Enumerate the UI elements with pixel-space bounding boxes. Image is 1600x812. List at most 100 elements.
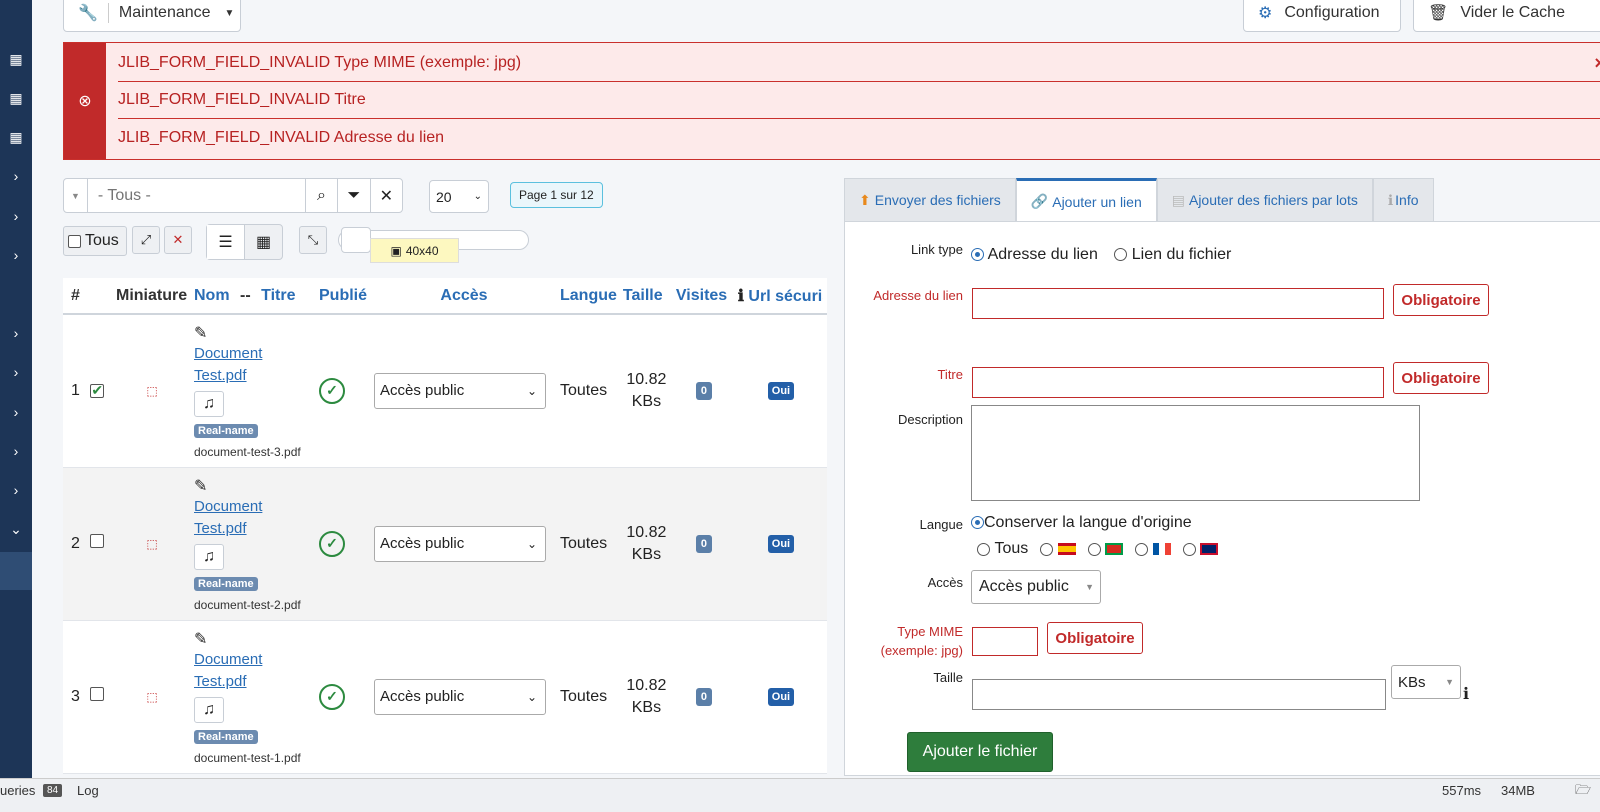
folder-icon[interactable]: 🗁: [1575, 781, 1591, 803]
secure-url-badge[interactable]: Oui: [767, 688, 795, 706]
access-select[interactable]: Accès public ⌄: [374, 372, 546, 409]
col-url[interactable]: ℹ Url sécurisée: [734, 278, 827, 315]
chevron-right-icon[interactable]: ›: [0, 241, 32, 269]
configuration-button[interactable]: ⚙ Configuration: [1243, 0, 1401, 32]
music-icon[interactable]: ♫: [194, 696, 224, 723]
checkbox[interactable]: [90, 534, 105, 548]
check-circle-icon[interactable]: ✓: [319, 377, 345, 404]
real-name-badge: Real-name: [194, 576, 258, 591]
info-icon: ℹ: [1387, 191, 1394, 208]
info-icon[interactable]: ℹ: [1463, 684, 1469, 704]
expand-icon[interactable]: ⤢: [132, 226, 160, 254]
edit-icon[interactable]: ✎: [194, 476, 313, 496]
access-select[interactable]: Accès public ⌄: [374, 678, 546, 715]
clear-cache-button[interactable]: 🗑 Vider le Cache: [1413, 0, 1600, 32]
slider-handle[interactable]: [341, 227, 371, 253]
radio-english[interactable]: [1182, 542, 1196, 556]
chevron-right-icon[interactable]: ›: [0, 437, 32, 465]
acces-select[interactable]: Accès public ▼: [971, 570, 1101, 604]
visits-cell: 0: [672, 620, 735, 774]
checkbox[interactable]: [90, 687, 105, 701]
tab-add-link[interactable]: 🔗 Ajouter un lien: [1015, 178, 1157, 222]
file-title-link[interactable]: Document Test.pdf: [194, 649, 313, 693]
description-label: Description: [897, 412, 963, 427]
adresse-input[interactable]: [972, 288, 1384, 319]
select-all-button[interactable]: Tous: [63, 226, 127, 256]
check-circle-icon[interactable]: ✓: [319, 530, 345, 557]
unit-select[interactable]: KBs ▼: [1391, 665, 1461, 699]
music-icon[interactable]: ♫: [194, 390, 224, 417]
checkbox[interactable]: [68, 234, 81, 248]
list-view-icon[interactable]: ☰: [207, 225, 245, 259]
limit-select[interactable]: 20 ⌄: [429, 180, 489, 213]
check-circle-icon[interactable]: ✓: [319, 683, 345, 710]
pdf-thumbnail-icon[interactable]: ⬚: [113, 314, 191, 468]
sidebar-dashboard-icon[interactable]: ▦: [0, 84, 32, 112]
col-acces[interactable]: Accès: [371, 278, 557, 315]
search-input[interactable]: [87, 179, 305, 212]
sidebar-dashboard-icon[interactable]: ▦: [0, 45, 32, 73]
col-langue[interactable]: Langue: [557, 278, 620, 315]
close-icon[interactable]: ✕: [164, 226, 192, 254]
pdf-thumbnail-icon[interactable]: ⬚: [113, 467, 191, 621]
visits-badge: 0: [695, 688, 712, 706]
chevron-right-icon[interactable]: ›: [0, 476, 32, 504]
published-cell[interactable]: ✓: [316, 620, 371, 774]
grid-view-icon[interactable]: ▦: [245, 225, 282, 259]
music-icon[interactable]: ♫: [194, 543, 224, 570]
chevron-right-icon[interactable]: ›: [0, 202, 32, 230]
chevron-down-icon[interactable]: ⌄: [0, 515, 32, 543]
visits-badge: 0: [695, 535, 712, 553]
row-number: 2: [63, 467, 113, 621]
secure-url-badge[interactable]: Oui: [767, 382, 795, 401]
tab-info[interactable]: ℹ Info: [1372, 178, 1434, 222]
taille-input[interactable]: [972, 679, 1386, 710]
secure-url-badge[interactable]: Oui: [767, 535, 795, 553]
caret-down-icon[interactable]: ▼: [64, 179, 88, 212]
access-cell: Accès public ⌄: [371, 314, 557, 468]
radio-keep-language[interactable]: [971, 516, 984, 530]
radio-spanish[interactable]: [1040, 542, 1054, 556]
info-icon: ℹ: [737, 287, 744, 305]
add-file-button[interactable]: Ajouter le fichier: [907, 732, 1053, 772]
sidebar-active-item[interactable]: [0, 552, 32, 590]
titre-input[interactable]: [972, 367, 1384, 398]
sidebar-dashboard-icon[interactable]: ▦: [0, 123, 32, 151]
col-nom-titre[interactable]: Nom -- Titre: [191, 278, 316, 315]
radio-lien-fichier[interactable]: [1114, 248, 1128, 262]
tab-upload[interactable]: ⬆ Envoyer des fichiers: [844, 178, 1016, 222]
description-textarea[interactable]: [971, 405, 1420, 501]
language-cell: Toutes: [557, 314, 620, 468]
filter-icon[interactable]: ⏷: [337, 179, 369, 212]
col-taille[interactable]: Taille: [619, 278, 673, 315]
edit-icon[interactable]: ✎: [194, 323, 313, 343]
acces-label: Accès: [927, 575, 963, 590]
clear-icon[interactable]: ✕: [369, 179, 402, 212]
mime-input[interactable]: [972, 627, 1038, 656]
close-alert-icon[interactable]: ×: [1594, 53, 1600, 74]
chevron-right-icon[interactable]: ›: [0, 398, 32, 426]
tab-batch-upload[interactable]: ▤ Ajouter des fichiers par lots: [1156, 178, 1373, 222]
col-publie[interactable]: Publié: [316, 278, 371, 315]
chevron-right-icon[interactable]: ›: [0, 162, 32, 190]
col-visites[interactable]: Visites: [672, 278, 735, 315]
edit-icon[interactable]: ✎: [194, 629, 313, 649]
checkbox-checked[interactable]: ✔: [90, 383, 105, 398]
chevron-right-icon[interactable]: ›: [0, 319, 32, 347]
queries-label[interactable]: ueries: [0, 783, 35, 798]
log-tab[interactable]: Log: [77, 783, 99, 798]
maintenance-button[interactable]: 🔧 Maintenance ▼: [63, 0, 241, 32]
compress-icon[interactable]: ⤡: [299, 226, 327, 254]
chevron-right-icon[interactable]: ›: [0, 358, 32, 386]
pdf-thumbnail-icon[interactable]: ⬚: [113, 620, 191, 774]
radio-tous[interactable]: [977, 542, 990, 556]
access-select[interactable]: Accès public ⌄: [374, 525, 546, 562]
search-icon[interactable]: ⌕: [304, 179, 337, 212]
file-title-link[interactable]: Document Test.pdf: [194, 343, 313, 387]
radio-french[interactable]: [1135, 542, 1149, 556]
file-title-link[interactable]: Document Test.pdf: [194, 496, 313, 540]
radio-basque[interactable]: [1087, 542, 1101, 556]
radio-adresse[interactable]: [971, 248, 984, 262]
published-cell[interactable]: ✓: [316, 314, 371, 468]
published-cell[interactable]: ✓: [316, 467, 371, 621]
